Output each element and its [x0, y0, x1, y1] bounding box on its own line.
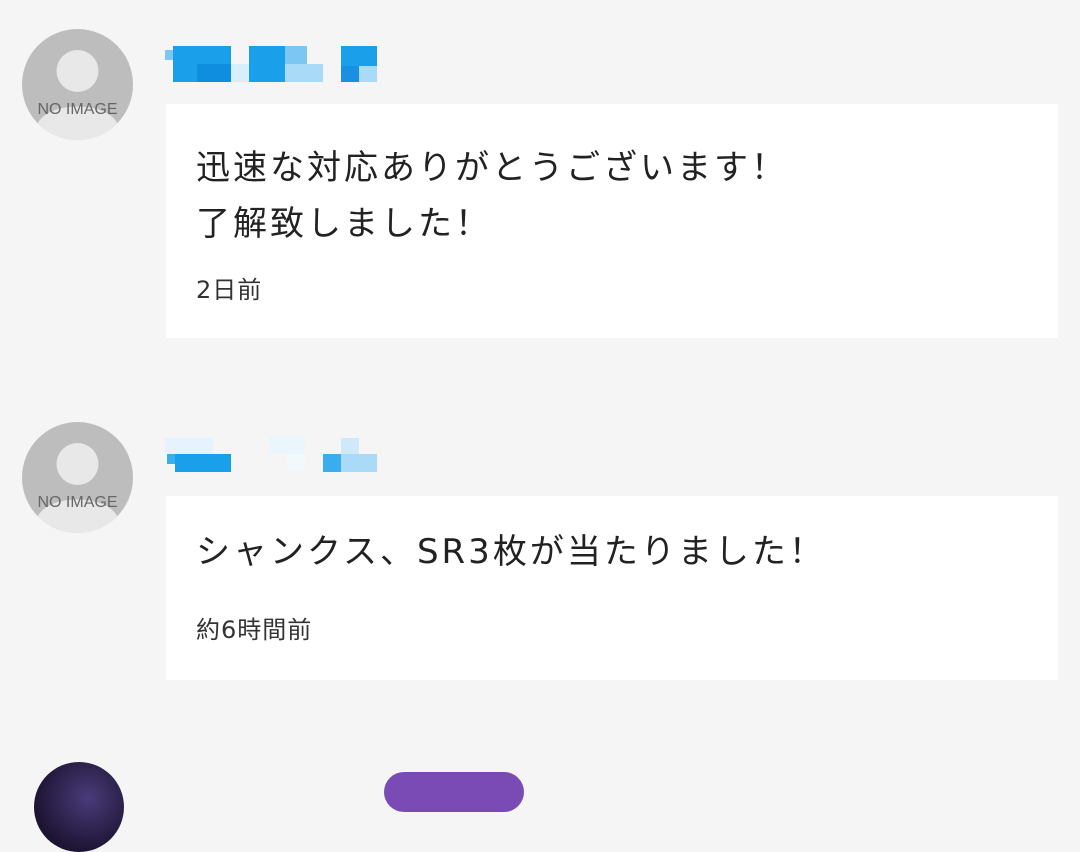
avatar-label: NO IMAGE [37, 101, 118, 118]
username-blurred[interactable] [165, 436, 385, 472]
avatar[interactable]: NO IMAGE [22, 29, 133, 140]
user-placeholder-icon [36, 443, 119, 533]
comment-timestamp: 約6時間前 [196, 616, 313, 644]
comment-text: 迅速な対応ありがとうございます！ 了解致しました！ [196, 148, 788, 244]
username-blurred[interactable] [165, 46, 385, 82]
avatar-label: NO IMAGE [37, 494, 118, 511]
avatar[interactable] [34, 762, 124, 852]
user-badge [384, 772, 524, 812]
avatar[interactable]: NO IMAGE [22, 422, 133, 533]
user-placeholder-icon [36, 50, 119, 140]
comment-bubble: シャンクス、SR3枚が当たりました！ 約6時間前 [166, 496, 1058, 680]
comment-timestamp: 2日前 [196, 276, 263, 304]
comment-text: シャンクス、SR3枚が当たりました！ [196, 532, 826, 572]
comment-bubble: 迅速な対応ありがとうございます！ 了解致しました！ 2日前 [166, 104, 1058, 338]
